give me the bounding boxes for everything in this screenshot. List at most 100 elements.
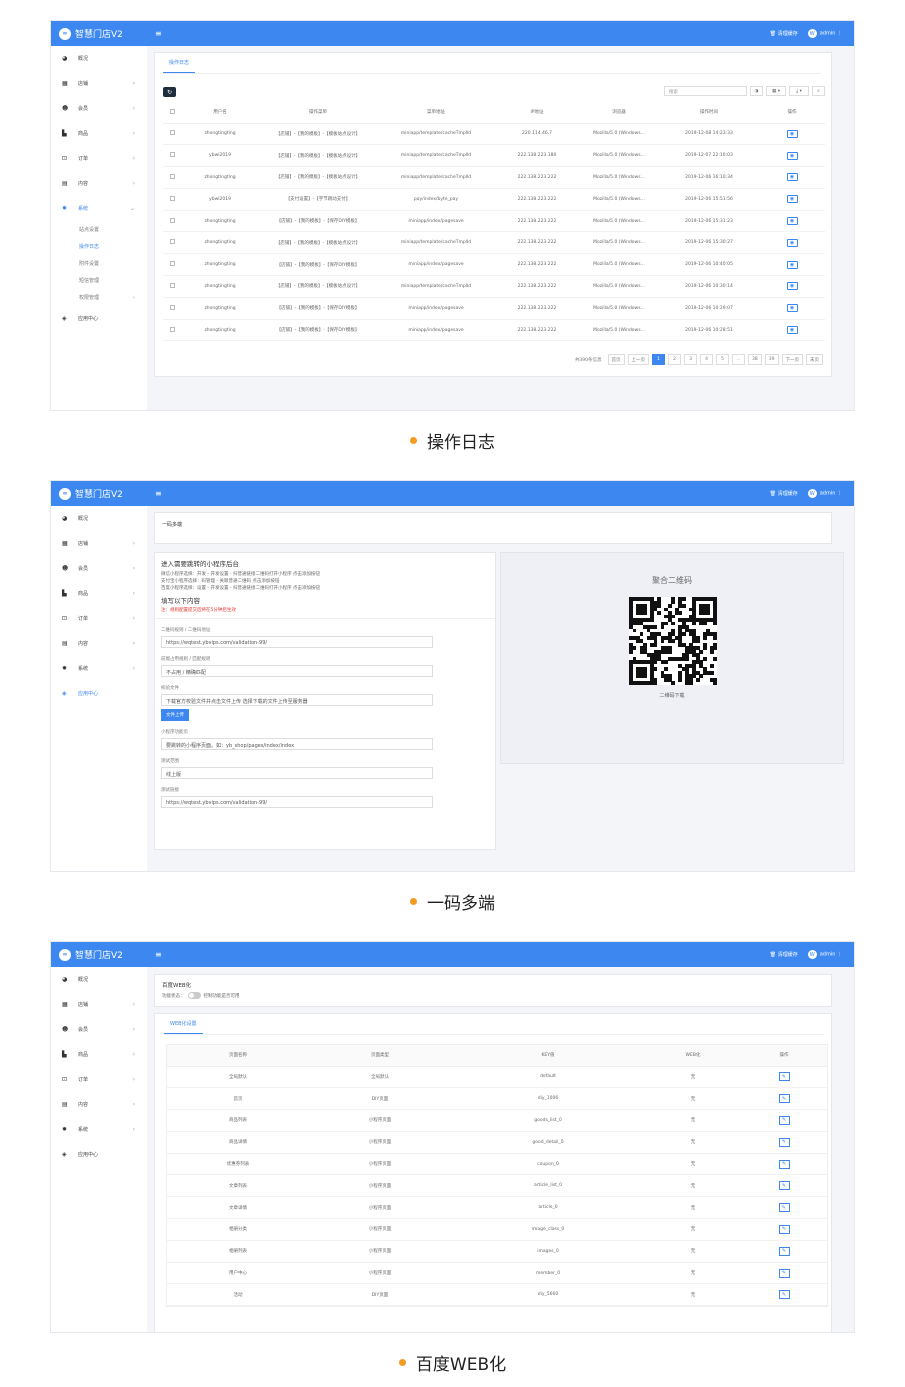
user-menu[interactable]: Wadmin ⋮: [807, 29, 842, 38]
qr-rule-input[interactable]: https://wqtest.ybvips.com/validation-99/: [161, 636, 433, 648]
row-checkbox[interactable]: [163, 144, 181, 168]
edit-button[interactable]: ✎: [741, 1196, 827, 1220]
view-button[interactable]: ◉: [759, 319, 825, 342]
nav-overview[interactable]: ◕ 概况: [51, 506, 147, 531]
status-toggle[interactable]: [187, 992, 201, 999]
edit-button[interactable]: ✎: [741, 1283, 827, 1307]
nav-overview[interactable]: ◕ 概况: [51, 46, 147, 71]
user-menu[interactable]: Wadmin ⋮: [807, 489, 842, 498]
qr-download-link[interactable]: 二维码下载: [501, 692, 843, 699]
edit-button[interactable]: ✎: [741, 1087, 827, 1111]
nav-goods[interactable]: ▙ 商品 ›: [51, 121, 147, 146]
edit-button[interactable]: ✎: [741, 1131, 827, 1154]
view-button[interactable]: ◉: [759, 123, 825, 146]
nav-shop[interactable]: ▦ 店铺 ›: [51, 71, 147, 96]
subnav-operation-log[interactable]: 操作日志: [51, 238, 147, 255]
row-checkbox[interactable]: [163, 275, 181, 298]
test-range-input[interactable]: 线上版: [161, 767, 433, 779]
menu-toggle-icon[interactable]: ≡: [155, 950, 162, 959]
subnav-attachment-settings[interactable]: 附件设置: [51, 255, 147, 272]
nav-system[interactable]: ✹ 系统 ›: [51, 656, 147, 681]
nav-member[interactable]: ☻ 会员 ›: [51, 1017, 147, 1042]
page-button[interactable]: 3: [684, 354, 698, 365]
row-checkbox[interactable]: [163, 166, 181, 189]
row-checkbox[interactable]: [163, 319, 181, 342]
menu-toggle-icon[interactable]: ≡: [155, 29, 162, 38]
user-menu[interactable]: Wadmin ⋮: [807, 950, 842, 959]
edit-button[interactable]: ✎: [741, 1218, 827, 1241]
nav-shop[interactable]: ▦ 店铺 ›: [51, 531, 147, 556]
nav-content[interactable]: ▤ 内容 ›: [51, 171, 147, 196]
clear-cache-button[interactable]: 🗑 清理缓存: [770, 951, 798, 958]
nav-system[interactable]: ✹ 系统 ⌄: [51, 196, 147, 221]
nav-system[interactable]: ✹ 系统 ›: [51, 1117, 147, 1142]
nav-member[interactable]: ☻ 会员 ›: [51, 96, 147, 121]
select-all-checkbox[interactable]: [163, 102, 181, 124]
row-checkbox[interactable]: [163, 253, 181, 277]
row-checkbox[interactable]: [163, 231, 181, 255]
view-button[interactable]: ◉: [759, 231, 825, 255]
upload-file-button[interactable]: 文件上传: [161, 709, 189, 721]
row-checkbox[interactable]: [163, 210, 181, 233]
nav-shop[interactable]: ▦ 店铺 ›: [51, 992, 147, 1017]
mini-page-input[interactable]: 要跳转的小程序页面。如：yb_shop/pages/index/index: [161, 738, 433, 750]
tab-web-settings[interactable]: WEB化设置: [164, 1014, 203, 1034]
page-button[interactable]: 39: [764, 354, 779, 365]
nav-overview[interactable]: ◕ 概况: [51, 967, 147, 992]
nav-app-center[interactable]: ◈ 应用中心: [51, 1142, 147, 1167]
edit-button[interactable]: ✎: [741, 1240, 827, 1263]
nav-app-center[interactable]: ◈ 应用中心: [51, 681, 147, 706]
nav-order[interactable]: ⊡ 订单 ›: [51, 1067, 147, 1092]
refresh-button[interactable]: ↻: [163, 87, 176, 97]
clear-cache-button[interactable]: 🗑 清理缓存: [770, 30, 798, 37]
view-button[interactable]: ◉: [759, 166, 825, 189]
tab-operation-log[interactable]: 操作日志: [163, 53, 196, 73]
nav-content[interactable]: ▤ 内容 ›: [51, 1092, 147, 1117]
page-button[interactable]: 5: [716, 354, 730, 365]
edit-button[interactable]: ✎: [741, 1153, 827, 1176]
subnav-permission[interactable]: 权限管理 ›: [51, 289, 147, 306]
brand[interactable]: ∞ 智慧门店V2: [59, 948, 123, 961]
column-toggle-button[interactable]: ◑: [750, 86, 763, 96]
view-button[interactable]: ◉: [759, 188, 825, 211]
test-link-input[interactable]: https://wqtest.ybvips.com/validation-99/: [161, 796, 433, 808]
row-checkbox[interactable]: [163, 123, 181, 146]
page-button[interactable]: 38: [748, 354, 762, 365]
nav-goods[interactable]: ▙ 商品 ›: [51, 1042, 147, 1067]
nav-app-center[interactable]: ◈ 应用中心: [51, 306, 147, 331]
view-button[interactable]: ◉: [759, 275, 825, 298]
next-page-button[interactable]: 下一页: [781, 354, 803, 365]
first-page-button[interactable]: 首页: [607, 354, 625, 365]
edit-button[interactable]: ✎: [741, 1262, 827, 1285]
nav-member[interactable]: ☻ 会员 ›: [51, 556, 147, 581]
page-button[interactable]: 2: [668, 354, 682, 365]
subnav-sms[interactable]: 短信管理: [51, 272, 147, 289]
nav-order[interactable]: ⊡ 订单 ›: [51, 606, 147, 631]
view-button[interactable]: ◉: [759, 144, 825, 168]
columns-dropdown-button[interactable]: ▦ ▾: [766, 86, 786, 96]
export-dropdown-button[interactable]: ⤓ ▾: [789, 86, 809, 96]
edit-button[interactable]: ✎: [741, 1174, 827, 1198]
last-page-button[interactable]: 末页: [806, 354, 823, 365]
search-icon[interactable]: ⌕: [812, 86, 825, 96]
nav-content[interactable]: ▤ 内容 ›: [51, 631, 147, 656]
row-checkbox[interactable]: [163, 297, 181, 320]
search-input[interactable]: 搜索: [664, 86, 747, 96]
brand[interactable]: ∞ 智慧门店V2: [59, 487, 123, 500]
nav-order[interactable]: ⊡ 订单 ›: [51, 146, 147, 171]
page-button[interactable]: 1: [652, 354, 666, 365]
view-button[interactable]: ◉: [759, 210, 825, 233]
nav-goods[interactable]: ▙ 商品 ›: [51, 581, 147, 606]
prev-page-button[interactable]: 上一页: [627, 354, 650, 365]
edit-button[interactable]: ✎: [741, 1109, 827, 1132]
match-rule-input[interactable]: 不占用 / 精确匹配: [161, 665, 433, 677]
row-checkbox[interactable]: [163, 188, 181, 211]
view-button[interactable]: ◉: [759, 253, 825, 277]
clear-cache-button[interactable]: 🗑 清理缓存: [770, 490, 798, 497]
page-button[interactable]: 4: [700, 354, 714, 365]
brand[interactable]: ∞ 智慧门店V2: [59, 27, 123, 40]
subnav-site-settings[interactable]: 站点设置: [51, 221, 147, 238]
view-button[interactable]: ◉: [759, 297, 825, 320]
edit-button[interactable]: ✎: [741, 1066, 827, 1089]
verify-file-input[interactable]: 下载官方校验文件并点击文件上传 选择下载的文件上传至服务器: [161, 694, 433, 706]
